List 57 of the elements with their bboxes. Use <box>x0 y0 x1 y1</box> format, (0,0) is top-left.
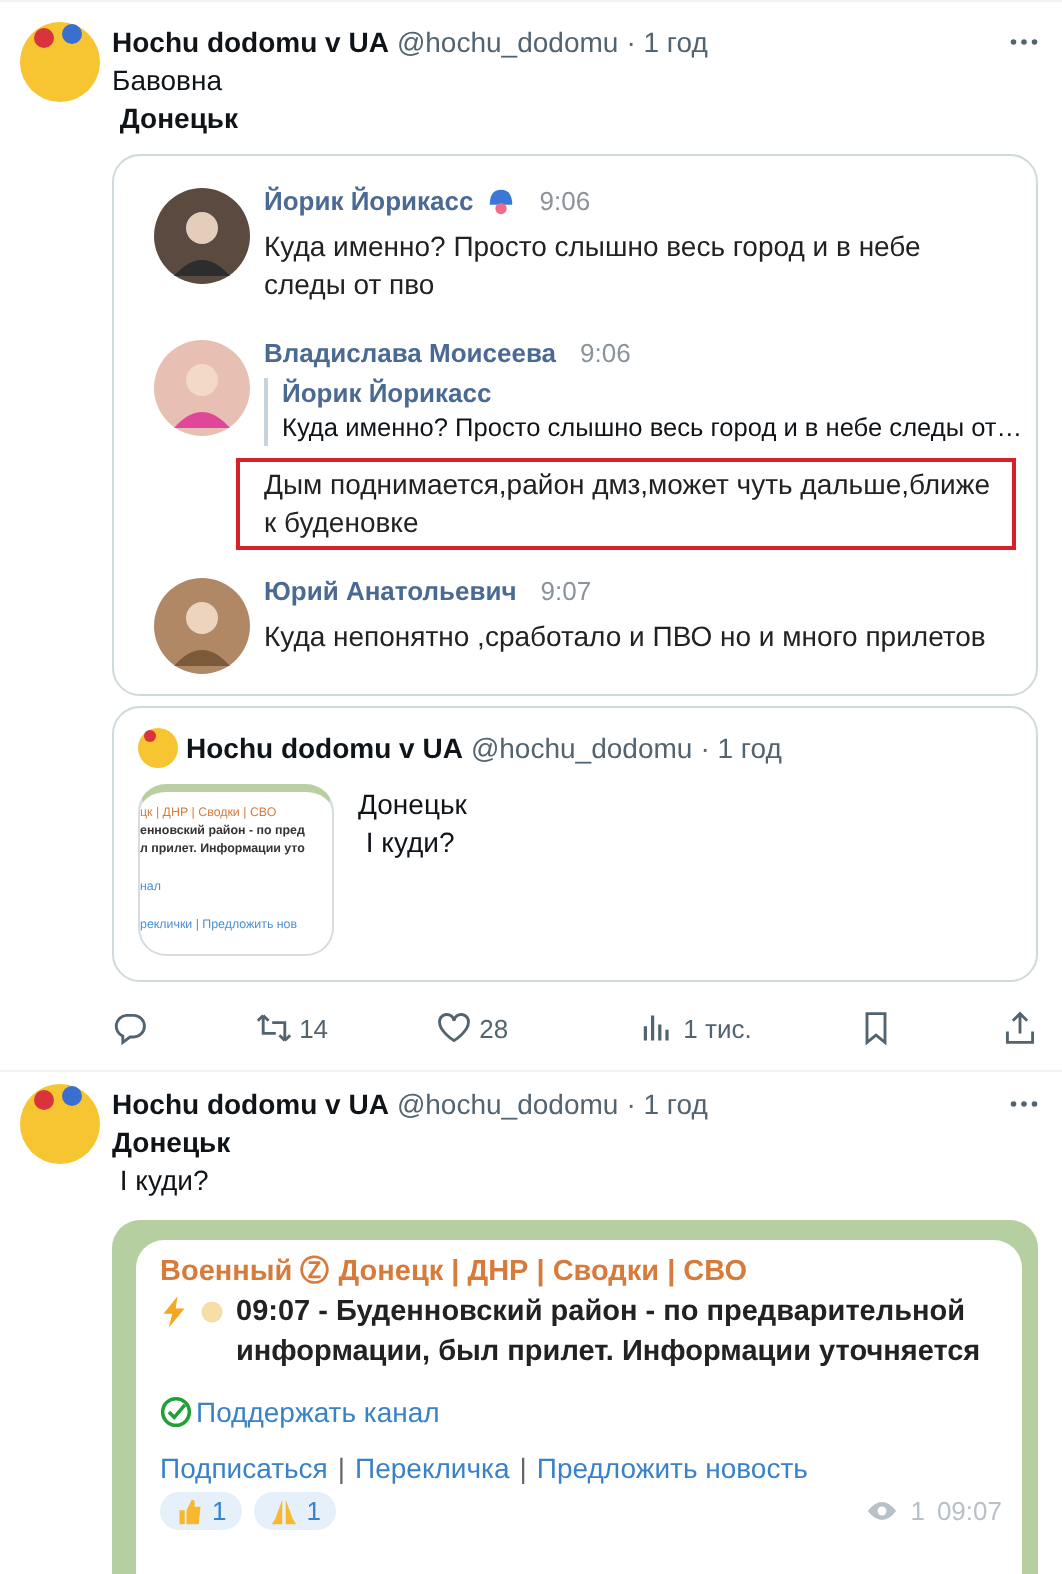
channel-link[interactable]: Предложить новость <box>536 1452 808 1484</box>
author-name: Hochu dodomu v UA <box>186 732 463 764</box>
action-count: 1 тис. <box>683 1013 752 1043</box>
author-name[interactable]: Hochu dodomu v UA <box>112 26 389 58</box>
quote-text: Донецьк <box>358 786 467 824</box>
avatar[interactable] <box>20 1084 100 1164</box>
comment-text: Куда непонятно ,сработало и ПВО но и много прилетов <box>262 618 988 656</box>
check-icon <box>160 1396 192 1428</box>
channel-name: Военный Ⓩ Донецк | ДНР | Сводки | СВО <box>160 1253 750 1292</box>
commenter-name: Йорик Йорикасс <box>264 185 474 215</box>
channel-link[interactable]: Перекличка <box>355 1452 510 1484</box>
comment-text: Дым поднимается,район дмз,может чуть дальше,ближе к буденовке <box>236 458 1016 550</box>
post-text: Донецьк <box>117 100 241 138</box>
comment-time: 9:07 <box>540 575 592 605</box>
commenter-avatar <box>154 578 250 674</box>
reply-icon[interactable] <box>112 1010 148 1046</box>
more-icon[interactable] <box>1010 1100 1038 1108</box>
commenter-avatar <box>154 188 250 284</box>
comment-time: 9:06 <box>539 185 591 215</box>
eye-icon <box>866 1500 899 1522</box>
support-link[interactable]: Поддержать канал <box>196 1396 440 1428</box>
reaction-chip[interactable]: 1 <box>254 1492 337 1530</box>
post-text: Донецьк <box>112 1124 233 1162</box>
reaction-chip[interactable]: 1 <box>160 1492 243 1530</box>
message-text: 09:07 - Буденновский район - по предварительной информации, был прилет. Информации уточняется <box>236 1294 983 1372</box>
avatar[interactable] <box>20 22 100 102</box>
post-time: · 1 год <box>626 26 708 58</box>
post-text: Бавовна <box>112 62 224 100</box>
post-text: І куди? <box>117 1162 211 1200</box>
author-handle: @hochu_dodomu <box>396 1088 619 1120</box>
channel-link[interactable]: Подписаться <box>160 1452 328 1484</box>
commenter-avatar <box>154 340 250 436</box>
thumbs-up-icon <box>176 1497 204 1525</box>
reply-text: Куда именно? Просто слышно весь город и в небе следы от… <box>282 410 1023 446</box>
author-handle: @hochu_dodomu <box>396 26 619 58</box>
post-time: · 1 год <box>626 1088 708 1120</box>
commenter-name: Юрий Анатольевич <box>264 575 517 605</box>
message-time: 09:07 <box>936 1496 1002 1526</box>
view-count: 1 <box>910 1496 925 1526</box>
author-name[interactable]: Hochu dodomu v UA <box>112 1088 389 1120</box>
avatar <box>138 728 178 768</box>
reply-name: Йорик Йорикасс <box>282 378 494 408</box>
action-count: 14 <box>299 1013 329 1043</box>
commenter-name: Владислава Моисеева <box>264 337 557 367</box>
comment-text: Куда именно? Просто слышно весь город и в небе следы от пво <box>262 228 923 304</box>
link-separator: | <box>519 1452 527 1484</box>
post-time: · 1 год <box>700 732 782 764</box>
share-icon[interactable] <box>1002 1010 1038 1046</box>
repost-icon[interactable] <box>255 1010 292 1046</box>
author-handle: @hochu_dodomu <box>470 732 693 764</box>
lightning-icon <box>160 1296 188 1328</box>
more-icon[interactable] <box>1010 38 1038 46</box>
like-icon[interactable] <box>435 1010 472 1046</box>
action-count: 28 <box>479 1013 509 1043</box>
comment-time: 9:06 <box>580 337 631 367</box>
quote-text: І куди? <box>363 824 457 862</box>
link-separator: | <box>337 1452 346 1484</box>
